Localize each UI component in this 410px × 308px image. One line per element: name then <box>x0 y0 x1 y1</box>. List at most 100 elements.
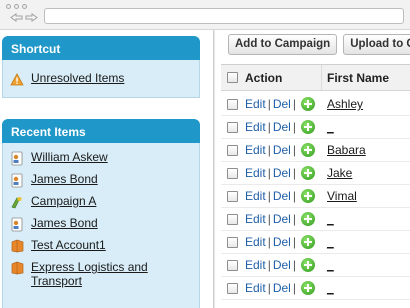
recent-item-label[interactable]: James Bond <box>31 216 98 230</box>
close-window-icon[interactable] <box>6 4 11 9</box>
recent-item-label[interactable]: James Bond <box>31 172 98 186</box>
row-checkbox[interactable] <box>226 282 238 294</box>
edit-link[interactable]: Edit <box>245 258 266 272</box>
recent-item[interactable]: Campaign A <box>3 191 199 213</box>
recent-item-label[interactable]: Campaign A <box>31 194 96 208</box>
first-name-link[interactable]: Jake <box>327 166 352 180</box>
delete-link[interactable]: Del <box>273 189 291 203</box>
first-name-cell: Vimal <box>322 189 357 203</box>
recent-item[interactable]: James Bond <box>3 213 199 235</box>
row-check-cell <box>221 190 243 202</box>
first-name-link[interactable]: Ashley <box>327 97 363 111</box>
shortcut-panel-title: Shortcut <box>2 36 200 60</box>
add-plus-icon[interactable] <box>300 120 315 134</box>
edit-link[interactable]: Edit <box>245 143 266 157</box>
action-separator: | <box>292 120 296 134</box>
first-name-link[interactable]: _ <box>327 120 334 134</box>
row-checkbox[interactable] <box>226 213 238 225</box>
minimize-window-icon[interactable] <box>14 4 19 9</box>
app-frame: Shortcut Unresolved Items Recent Items W… <box>0 30 410 308</box>
row-actions: Edit | Del | <box>243 212 322 226</box>
table-body: Edit | Del | Ashley Edit | Del | _ Edit | Del | Babara… <box>221 93 410 300</box>
back-arrow-icon[interactable] <box>10 13 23 22</box>
first-name-cell: _ <box>322 281 334 295</box>
edit-link[interactable]: Edit <box>245 166 266 180</box>
action-separator: | <box>267 120 271 134</box>
action-separator: | <box>292 235 296 249</box>
row-actions: Edit | Del | <box>243 143 322 157</box>
row-checkbox[interactable] <box>226 167 238 179</box>
row-check-cell <box>221 282 243 294</box>
row-actions: Edit | Del | <box>243 97 322 111</box>
maximize-window-icon[interactable] <box>22 4 27 9</box>
browser-nav <box>10 13 38 22</box>
row-actions: Edit | Del | <box>243 189 322 203</box>
add-plus-icon[interactable] <box>300 258 315 272</box>
add-plus-icon[interactable] <box>300 281 315 295</box>
table-row: Edit | Del | _ <box>221 208 410 231</box>
upload-button[interactable]: Upload to Co <box>343 34 410 55</box>
row-checkbox[interactable] <box>226 190 238 202</box>
row-actions: Edit | Del | <box>243 166 322 180</box>
edit-link[interactable]: Edit <box>245 212 266 226</box>
recent-item[interactable]: William Askew <box>3 147 199 169</box>
row-checkbox[interactable] <box>226 259 238 271</box>
shortcut-item-label[interactable]: Unresolved Items <box>31 71 124 85</box>
first-name-link[interactable]: Vimal <box>327 189 357 203</box>
first-name-link[interactable]: _ <box>327 258 334 272</box>
shortcut-panel: Shortcut Unresolved Items <box>2 36 200 98</box>
delete-link[interactable]: Del <box>273 120 291 134</box>
edit-link[interactable]: Edit <box>245 120 266 134</box>
delete-link[interactable]: Del <box>273 97 291 111</box>
action-separator: | <box>267 212 271 226</box>
header-first-name[interactable]: First Name <box>322 71 389 85</box>
action-separator: | <box>292 97 296 111</box>
recent-item[interactable]: James Bond <box>3 169 199 191</box>
recent-items-title: Recent Items <box>2 119 200 143</box>
pane-divider[interactable] <box>213 30 215 308</box>
recent-item[interactable]: Express Logistics and Transport <box>3 257 199 291</box>
row-checkbox[interactable] <box>226 121 238 133</box>
delete-link[interactable]: Del <box>273 212 291 226</box>
toolbar: Add to Campaign Upload to Co <box>228 34 410 55</box>
add-to-campaign-button[interactable]: Add to Campaign <box>228 34 338 55</box>
add-plus-icon[interactable] <box>300 166 315 180</box>
first-name-link[interactable]: _ <box>327 235 334 249</box>
recent-item-label[interactable]: William Askew <box>31 150 108 164</box>
edit-link[interactable]: Edit <box>245 97 266 111</box>
add-plus-icon[interactable] <box>300 235 315 249</box>
first-name-link[interactable]: _ <box>327 212 334 226</box>
warning-icon <box>10 71 24 87</box>
row-checkbox[interactable] <box>226 98 238 110</box>
forward-arrow-icon[interactable] <box>25 13 38 22</box>
first-name-cell: _ <box>322 235 334 249</box>
add-plus-icon[interactable] <box>300 143 315 157</box>
address-bar[interactable] <box>44 8 404 24</box>
table-row: Edit | Del | Jake <box>221 162 410 185</box>
delete-link[interactable]: Del <box>273 258 291 272</box>
row-checkbox[interactable] <box>226 236 238 248</box>
contact-card-icon <box>10 150 24 166</box>
row-checkbox[interactable] <box>226 144 238 156</box>
action-separator: | <box>267 97 271 111</box>
select-all-checkbox[interactable] <box>226 72 238 83</box>
recent-item-label[interactable]: Express Logistics and Transport <box>31 260 199 288</box>
first-name-link[interactable]: Babara <box>327 143 366 157</box>
delete-link[interactable]: Del <box>273 235 291 249</box>
recent-item-label[interactable]: Test Account1 <box>31 238 106 252</box>
shortcut-item-unresolved[interactable]: Unresolved Items <box>3 68 199 90</box>
edit-link[interactable]: Edit <box>245 281 266 295</box>
delete-link[interactable]: Del <box>273 281 291 295</box>
edit-link[interactable]: Edit <box>245 189 266 203</box>
row-check-cell <box>221 259 243 271</box>
add-plus-icon[interactable] <box>300 97 315 111</box>
delete-link[interactable]: Del <box>273 143 291 157</box>
first-name-link[interactable]: _ <box>327 281 334 295</box>
add-plus-icon[interactable] <box>300 189 315 203</box>
edit-link[interactable]: Edit <box>245 235 266 249</box>
delete-link[interactable]: Del <box>273 166 291 180</box>
add-plus-icon[interactable] <box>300 212 315 226</box>
recent-item[interactable]: Test Account1 <box>3 235 199 257</box>
table-row: Edit | Del | Vimal <box>221 185 410 208</box>
action-separator: | <box>267 166 271 180</box>
